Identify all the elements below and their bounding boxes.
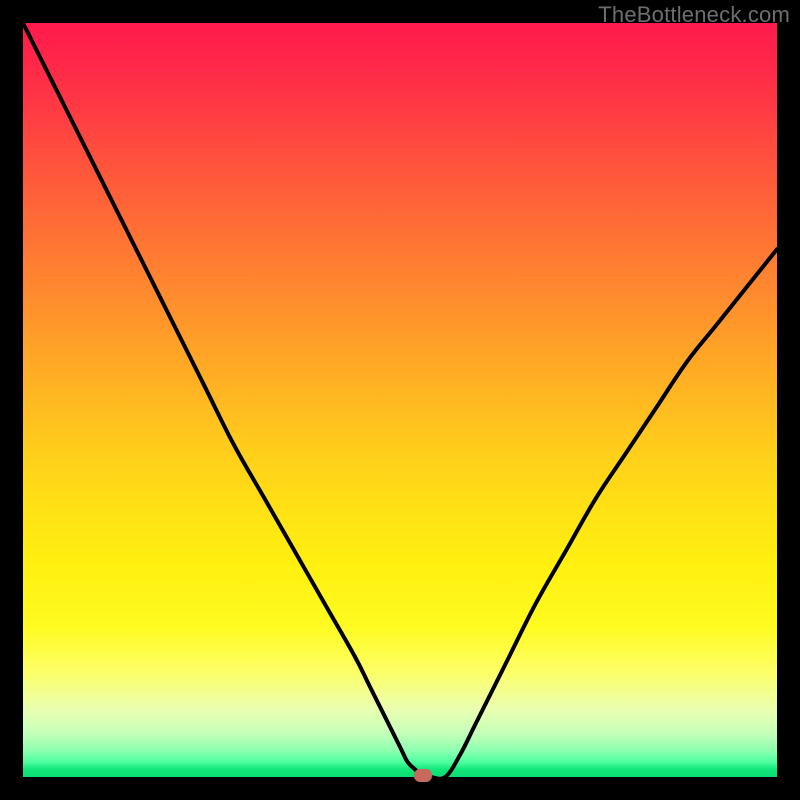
bottleneck-curve (23, 23, 777, 777)
chart-plot-area (23, 23, 777, 777)
optimal-point-marker (414, 769, 432, 782)
chart-frame: TheBottleneck.com (0, 0, 800, 800)
watermark-text: TheBottleneck.com (598, 2, 790, 28)
